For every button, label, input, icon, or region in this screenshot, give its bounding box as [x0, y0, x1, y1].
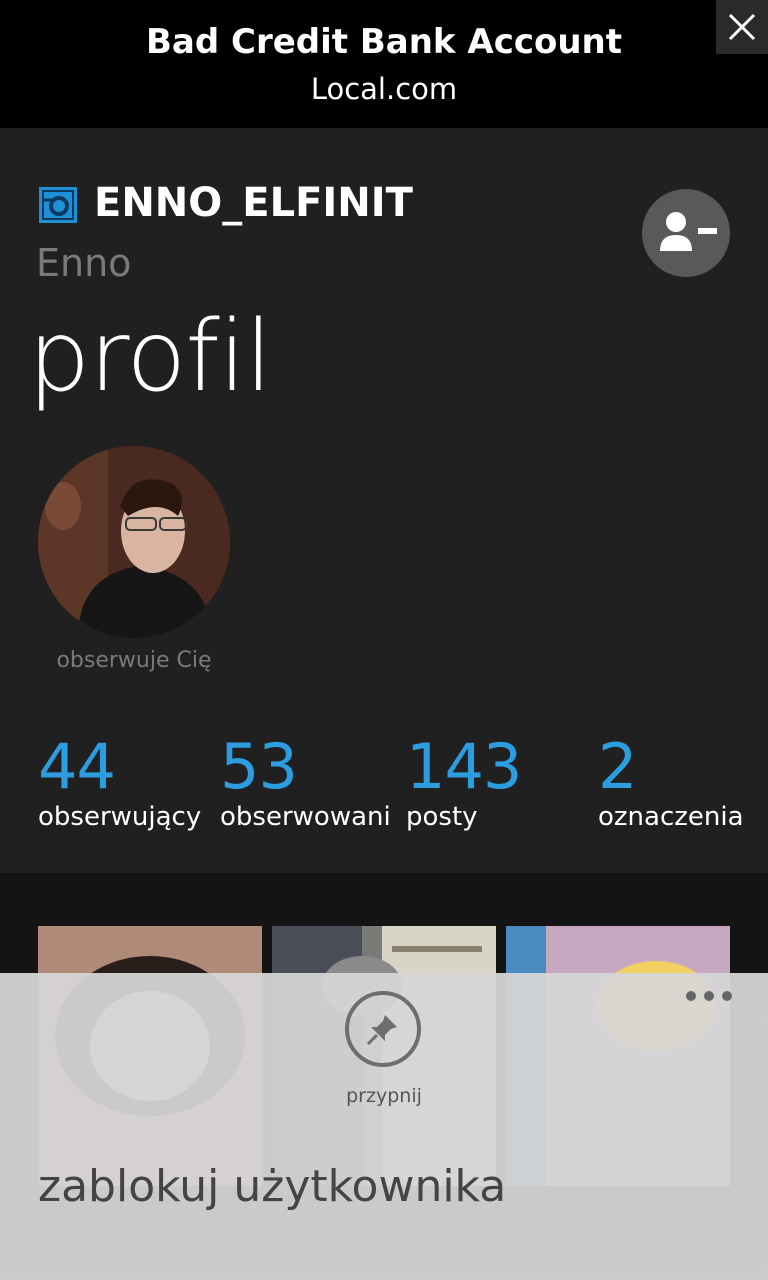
follow-status: obserwuje Cię [56, 648, 212, 673]
unfollow-user-icon [660, 212, 717, 251]
ad-banner[interactable]: Bad Credit Bank Account Local.com [0, 0, 768, 128]
more-icon-dot [704, 991, 714, 1001]
pin-button[interactable] [345, 991, 421, 1067]
more-icon [686, 991, 696, 1001]
ad-title: Bad Credit Bank Account [145, 22, 623, 62]
avatar-image [38, 446, 230, 638]
stat-tagged[interactable]: 2 oznaczenia [598, 730, 744, 833]
profile-header: ENNO_ELFINIT Enno profil obserwuje Cię 4… [0, 128, 768, 873]
more-button[interactable] [686, 991, 732, 1003]
stat-label: posty [406, 802, 478, 832]
stat-followers[interactable]: 44 obserwujący [38, 730, 202, 833]
more-icon-dot [722, 991, 732, 1001]
ad-close-button[interactable] [716, 0, 768, 54]
avatar[interactable] [38, 446, 230, 638]
unfollow-button[interactable] [642, 189, 730, 277]
stat-value: 143 [406, 730, 522, 803]
pin-label: przypnij [346, 1085, 422, 1107]
stat-label: obserwujący [38, 802, 202, 832]
stat-label: obserwowani [220, 802, 391, 832]
pin-icon [366, 1015, 397, 1046]
close-icon [728, 13, 756, 41]
stat-following[interactable]: 53 obserwowani [220, 730, 391, 833]
instagram-icon [39, 187, 77, 223]
full-name: Enno [36, 241, 132, 285]
stat-posts[interactable]: 143 posty [406, 730, 522, 833]
block-user-menu-item[interactable]: zablokuj użytkownika [38, 1161, 506, 1212]
page-title: profil [28, 300, 272, 414]
app-bar: przypnij zablokuj użytkownika [0, 973, 768, 1280]
ad-subtitle: Local.com [310, 72, 458, 106]
stat-value: 2 [598, 730, 637, 803]
username: ENNO_ELFINIT [94, 180, 413, 226]
stat-value: 53 [220, 730, 298, 803]
stat-label: oznaczenia [598, 802, 744, 832]
stat-value: 44 [38, 730, 116, 803]
